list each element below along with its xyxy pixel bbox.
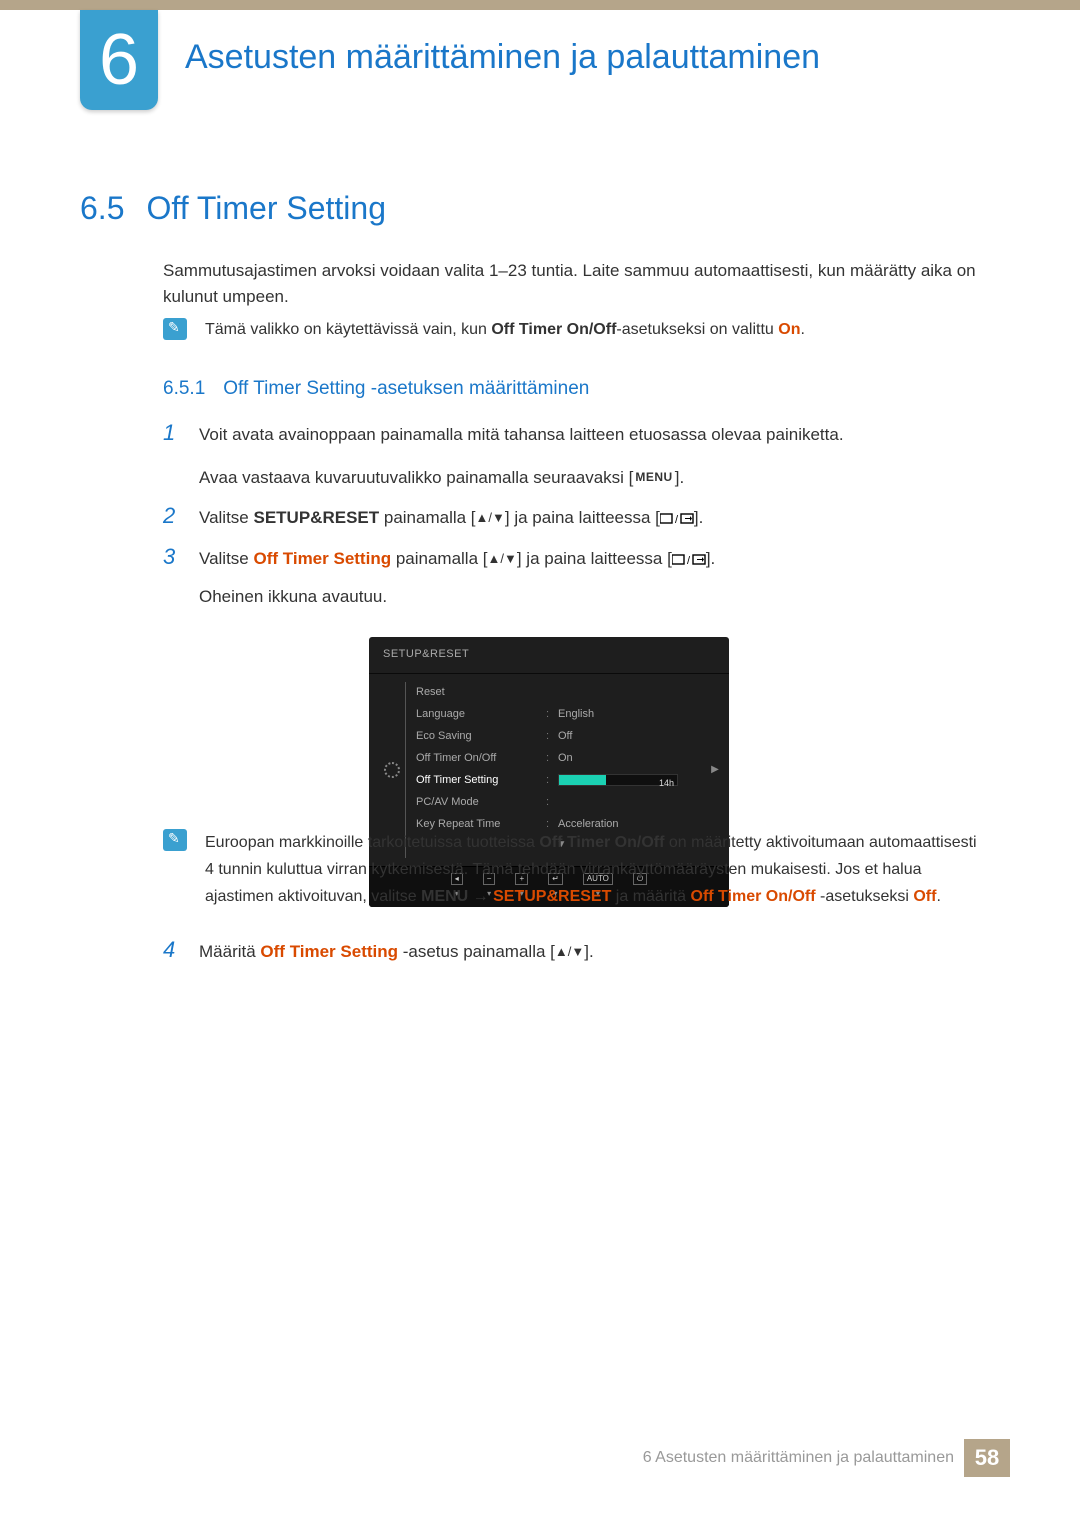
n2-b5: Off (913, 888, 936, 905)
osd-label: Eco Saving (416, 727, 546, 747)
step-number: 1 (163, 420, 181, 493)
n2-arrow: → (468, 888, 493, 905)
note1-mid: -asetukseksi on valittu (616, 321, 778, 338)
section-number: 6.5 (80, 190, 124, 227)
note1-post: . (800, 321, 804, 338)
top-border-bar (0, 0, 1080, 10)
n2-b1: Off Timer On/Off (539, 834, 664, 851)
arrow-up-down-icon: ▲/▼ (487, 551, 516, 566)
section-title: Off Timer Setting (146, 190, 386, 227)
osd-row-pcav: PC/AV Mode : (416, 792, 707, 814)
chapter-title: Asetusten määrittäminen ja palauttaminen (185, 38, 820, 77)
note1-bold1: Off Timer On/Off (491, 321, 616, 338)
note1-bold2: On (778, 321, 800, 338)
section-heading: 6.5 Off Timer Setting (80, 190, 386, 227)
s3-b2: Off Timer Setting (254, 549, 392, 568)
osd-sep: : (546, 727, 558, 747)
menu-label: MENU (633, 467, 674, 489)
s4-post: ]. (584, 942, 593, 961)
step1-p2-pre: Avaa vastaava kuvaruutuvalikko painamall… (199, 468, 633, 487)
step-body: Määritä Off Timer Setting -asetus painam… (199, 937, 980, 968)
rect-enter-icon: / (660, 508, 694, 527)
step-number: 2 (163, 503, 181, 534)
osd-sep: : (546, 771, 558, 791)
step-number: 4 (163, 937, 181, 968)
s4-pre: Määritä (199, 942, 260, 961)
osd-row-onoff: Off Timer On/Off : On (416, 748, 707, 770)
n2-b2: MENU (421, 888, 468, 905)
osd-val: Off (558, 727, 707, 747)
osd-val-slider: 14h (558, 771, 707, 791)
osd-row-reset: Reset (416, 682, 707, 704)
n2-b3: SETUP&RESET (493, 888, 611, 905)
n2-t4: -asetukseksi (816, 888, 914, 905)
note-block-2: Euroopan markkinoille tarkoitetuissa tuo… (163, 829, 985, 911)
osd-label: Off Timer Setting (416, 771, 546, 791)
step-1: 1 Voit avata avainoppaan painamalla mitä… (163, 420, 980, 493)
osd-slider-fill (559, 775, 606, 785)
osd-val: On (558, 749, 707, 769)
s2-pre: Valitse (199, 508, 254, 527)
gear-icon (384, 762, 400, 778)
note-text-1: Tämä valikko on käytettävissä vain, kun … (205, 318, 980, 342)
osd-sep: : (546, 793, 558, 813)
intro-paragraph: Sammutusajastimen arvoksi voidaan valita… (163, 258, 980, 311)
note-text-2: Euroopan markkinoille tarkoitetuissa tuo… (205, 829, 985, 911)
chapter-tab: 6 (80, 10, 158, 110)
page-number: 58 (964, 1439, 1010, 1477)
svg-text:/: / (687, 555, 691, 566)
svg-text:/: / (675, 514, 679, 525)
osd-sep: : (546, 749, 558, 769)
note1-pre: Tämä valikko on käytettävissä vain, kun (205, 321, 491, 338)
step-4: 4 Määritä Off Timer Setting -asetus pain… (163, 937, 980, 968)
footer-text: 6 Asetusten määrittäminen ja palauttamin… (643, 1449, 954, 1467)
subsection-heading: 6.5.1 Off Timer Setting -asetuksen määri… (163, 378, 589, 400)
s2-mid2: ] ja paina laitteessa [ (505, 508, 660, 527)
osd-val: English (558, 705, 707, 725)
n2-t3: ja määritä (611, 888, 690, 905)
arrow-up-down-icon: ▲/▼ (476, 510, 505, 525)
arrow-up-down-icon: ▲/▼ (555, 944, 584, 959)
step-body: Valitse SETUP&RESET painamalla [▲/▼] ja … (199, 503, 980, 534)
step1-p2: Avaa vastaava kuvaruutuvalikko painamall… (199, 463, 980, 494)
n2-b4: Off Timer On/Off (691, 888, 816, 905)
note-icon (163, 829, 187, 851)
osd-label: PC/AV Mode (416, 793, 546, 813)
step-2: 2 Valitse SETUP&RESET painamalla [▲/▼] j… (163, 503, 980, 534)
osd-label: Reset (416, 683, 546, 703)
step1-p2-post: ]. (675, 468, 684, 487)
s2-b1: SETUP&RESET (254, 508, 380, 527)
subsection-title: Off Timer Setting -asetuksen määrittämin… (223, 378, 589, 400)
osd-label: Off Timer On/Off (416, 749, 546, 769)
s4-b2: Off Timer Setting (260, 942, 398, 961)
subsection-number: 6.5.1 (163, 378, 205, 400)
note-block-1: Tämä valikko on käytettävissä vain, kun … (163, 318, 980, 342)
s3-p2: Oheinen ikkuna avautuu. (199, 582, 980, 613)
s3-pre: Valitse (199, 549, 254, 568)
s2-post: ]. (694, 508, 703, 527)
osd-title: SETUP&RESET (369, 637, 729, 674)
osd-row-language: Language : English (416, 704, 707, 726)
chapter-number: 6 (99, 19, 139, 101)
step1-p1: Voit avata avainoppaan painamalla mitä t… (199, 420, 980, 451)
s3-post: ]. (706, 549, 715, 568)
s2-mid1: painamalla [ (379, 508, 475, 527)
n2-t1: Euroopan markkinoille tarkoitetuissa tuo… (205, 834, 539, 851)
rect-enter-icon: / (672, 549, 706, 568)
s3-mid1: painamalla [ (391, 549, 487, 568)
page-footer: 6 Asetusten määrittäminen ja palauttamin… (643, 1439, 1010, 1477)
step-body: Voit avata avainoppaan painamalla mitä t… (199, 420, 980, 493)
osd-row-setting-active: Off Timer Setting : 14h (416, 770, 707, 792)
osd-label: Language (416, 705, 546, 725)
n2-t5: . (936, 888, 940, 905)
osd-sep: : (546, 705, 558, 725)
osd-slider: 14h (558, 774, 678, 786)
osd-slider-text: 14h (659, 775, 674, 791)
note-icon (163, 318, 187, 340)
s3-mid2: ] ja paina laitteessa [ (517, 549, 672, 568)
s4-mid: -asetus painamalla [ (398, 942, 555, 961)
osd-row-eco: Eco Saving : Off (416, 726, 707, 748)
